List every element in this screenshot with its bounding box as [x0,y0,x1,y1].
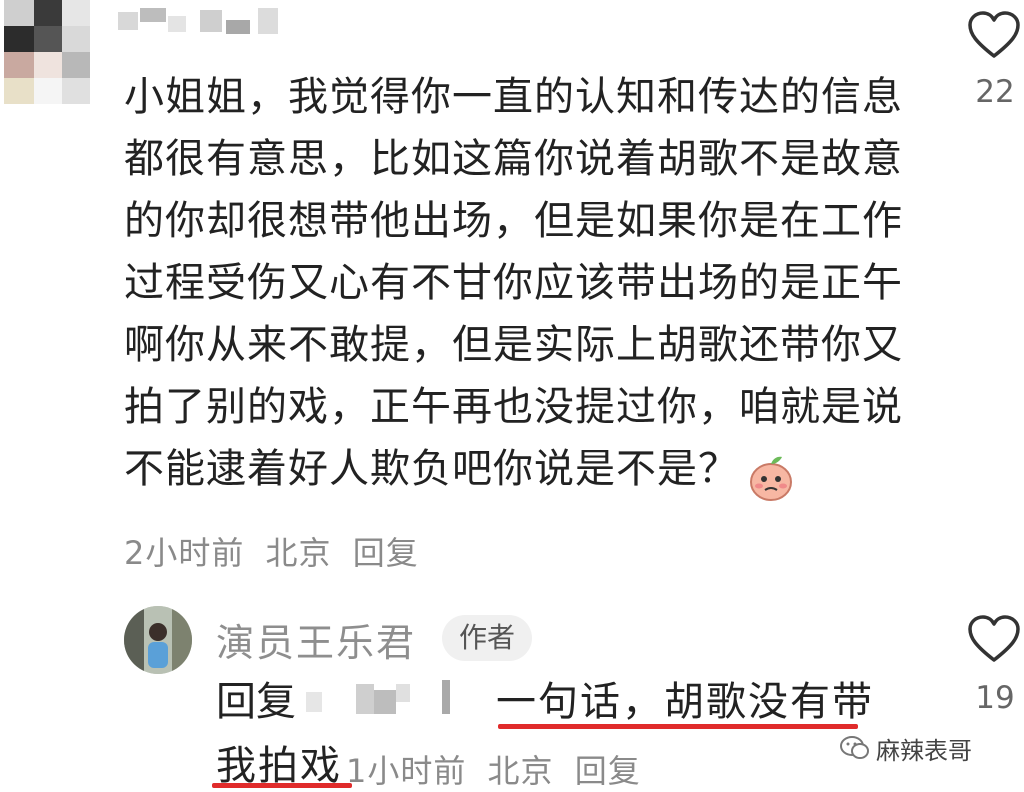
author-avatar[interactable] [124,606,192,674]
like-button[interactable] [966,614,1022,664]
reply-meta: 1小时前 北京 回复 [346,746,651,792]
reply-location: 北京 [487,752,554,790]
comment-time: 2小时前 [124,534,245,572]
comment-text: 小姐姐，我觉得你一直的认知和传达的信息都很有意思，比如这篇你说着胡歌不是故意的你… [124,74,903,492]
reply-target-censored[interactable] [296,678,476,724]
heart-outline-icon [968,615,1020,662]
reply-reply-button[interactable]: 回复 [575,752,641,790]
watermark-text: 麻辣表哥 [876,736,972,765]
peach-face-emoji-icon [748,452,794,502]
comment-meta: 2小时前 北京 回复 [124,528,429,574]
reply-prefix: 回复 [216,679,296,725]
like-count: 22 [975,74,1015,110]
watermark: 麻辣表哥 [840,730,972,766]
comment-reply-button[interactable]: 回复 [353,534,419,572]
author-name[interactable]: 演员王乐君 [216,612,416,667]
heart-outline-icon [968,11,1020,58]
like-button[interactable] [966,10,1022,60]
highlight-underline [212,783,352,788]
commenter-avatar-censored[interactable] [4,0,90,104]
reply-message-line1: 一句话，胡歌没有带 [496,679,874,725]
comment-location: 北京 [265,534,332,572]
wechat-icon [840,736,869,759]
highlight-underline [498,724,858,729]
author-badge: 作者 [442,615,532,661]
like-count: 19 [975,680,1015,716]
commenter-name-censored[interactable] [118,6,283,36]
reply-time: 1小时前 [346,752,467,790]
